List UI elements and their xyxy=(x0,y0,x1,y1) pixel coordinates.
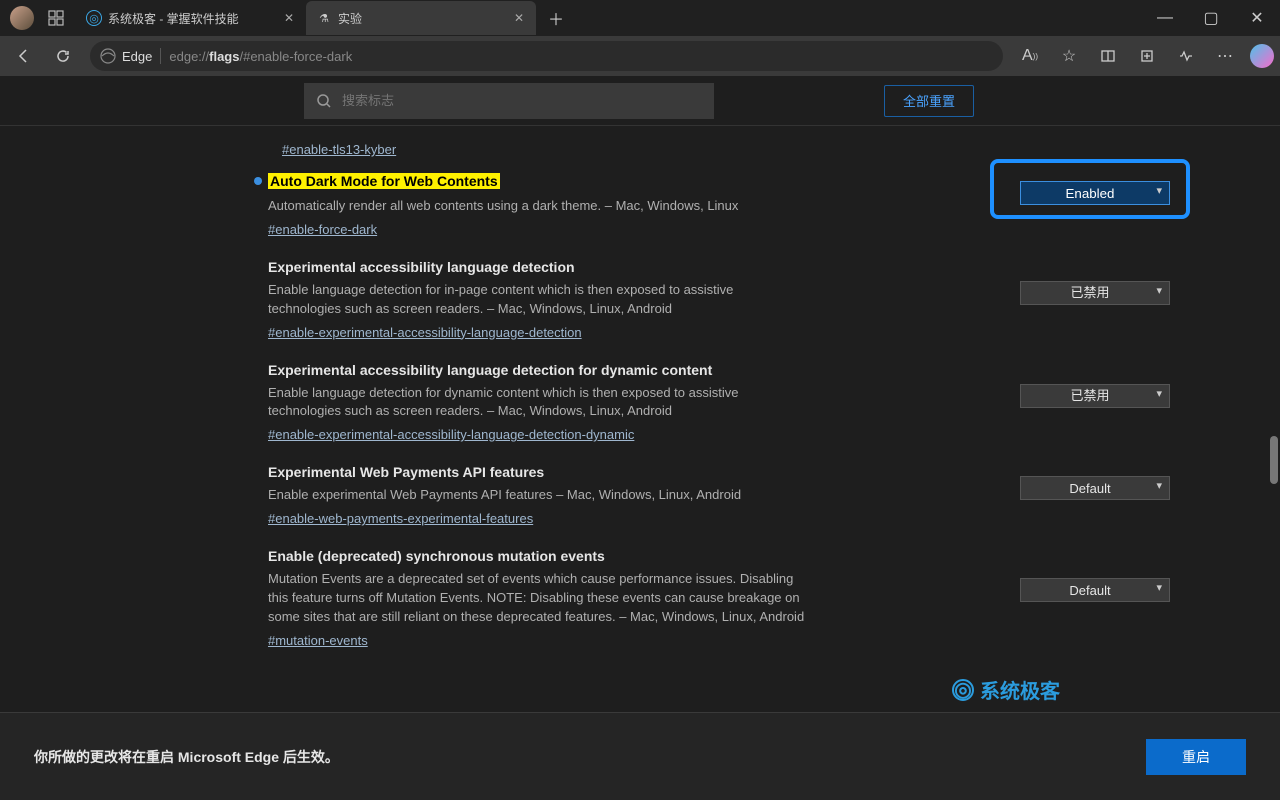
flag-select[interactable]: 已禁用 xyxy=(1020,281,1170,305)
flag-hash-link[interactable]: #enable-force-dark xyxy=(268,222,377,237)
flag-title: Auto Dark Mode for Web Contents xyxy=(268,173,500,189)
reset-all-button[interactable]: 全部重置 xyxy=(884,85,974,117)
restart-button[interactable]: 重启 xyxy=(1146,739,1246,775)
close-window-button[interactable]: ✕ xyxy=(1234,0,1280,36)
favorite-button[interactable]: ☆ xyxy=(1051,40,1087,72)
flag-select[interactable]: Default xyxy=(1020,476,1170,500)
titlebar: ◎ 系统极客 - 掌握软件技能 ✕ ⚗ 实验 ✕ ＋ ― ▢ ✕ xyxy=(0,0,1280,36)
flag-item: Experimental accessibility language dete… xyxy=(268,348,990,451)
flag-title: Enable (deprecated) synchronous mutation… xyxy=(268,548,808,564)
performance-button[interactable] xyxy=(1168,40,1204,72)
minimize-button[interactable]: ― xyxy=(1142,0,1188,36)
search-box[interactable] xyxy=(304,83,714,119)
favicon-icon: ◎ xyxy=(86,10,102,26)
flag-item: Experimental accessibility language dete… xyxy=(268,245,990,348)
split-screen-button[interactable] xyxy=(1090,40,1126,72)
footer-message: 你所做的更改将在重启 Microsoft Edge 后生效。 xyxy=(34,747,339,767)
flag-description: Enable language detection for in-page co… xyxy=(268,281,808,319)
flags-list: #enable-tls13-kyber Auto Dark Mode for W… xyxy=(0,126,1280,800)
flag-item: Enable (deprecated) synchronous mutation… xyxy=(268,534,990,656)
read-aloud-button[interactable]: A)) xyxy=(1012,40,1048,72)
flag-hash-link[interactable]: #enable-experimental-accessibility-langu… xyxy=(268,325,582,340)
page-content: 全部重置 #enable-tls13-kyber Auto Dark Mode … xyxy=(0,76,1280,800)
close-tab-button[interactable]: ✕ xyxy=(510,11,528,25)
modified-indicator xyxy=(254,177,262,185)
flag-description: Mutation Events are a deprecated set of … xyxy=(268,570,808,627)
profile-avatar[interactable] xyxy=(10,6,34,30)
watermark-icon: ◎ xyxy=(952,679,974,701)
workspaces-icon[interactable] xyxy=(42,4,70,32)
tab-title: 系统极客 - 掌握软件技能 xyxy=(108,10,239,27)
new-tab-button[interactable]: ＋ xyxy=(542,4,570,32)
flag-hash-link[interactable]: #mutation-events xyxy=(268,633,368,648)
flag-description: Enable experimental Web Payments API fea… xyxy=(268,486,808,505)
scrollbar-thumb[interactable] xyxy=(1270,436,1278,484)
restart-footer: 你所做的更改将在重启 Microsoft Edge 后生效。 重启 xyxy=(0,712,1280,800)
search-icon xyxy=(316,93,332,109)
copilot-button[interactable] xyxy=(1250,44,1274,68)
flags-header: 全部重置 xyxy=(0,76,1280,126)
flag-description: Automatically render all web contents us… xyxy=(268,197,808,216)
edge-brand: Edge xyxy=(100,48,152,64)
flag-hash-link[interactable]: #enable-tls13-kyber xyxy=(282,142,396,157)
highlight-box xyxy=(990,159,1190,219)
flag-item: Auto Dark Mode for Web Contents Automati… xyxy=(268,159,990,245)
flag-hash-link[interactable]: #enable-web-payments-experimental-featur… xyxy=(268,511,533,526)
flag-description: Enable language detection for dynamic co… xyxy=(268,384,808,422)
flag-title: Experimental accessibility language dete… xyxy=(268,362,808,378)
flag-title: Experimental Web Payments API features xyxy=(268,464,808,480)
collections-button[interactable] xyxy=(1129,40,1165,72)
url-text: edge://flags/#enable-force-dark xyxy=(169,49,352,64)
toolbar: Edge edge://flags/#enable-force-dark A))… xyxy=(0,36,1280,76)
window-controls: ― ▢ ✕ xyxy=(1142,0,1280,36)
maximize-button[interactable]: ▢ xyxy=(1188,0,1234,36)
search-input[interactable] xyxy=(342,93,702,108)
close-tab-button[interactable]: ✕ xyxy=(280,11,298,25)
back-button[interactable] xyxy=(6,40,42,72)
tab-active[interactable]: ⚗ 实验 ✕ xyxy=(306,1,536,35)
flag-title: Experimental accessibility language dete… xyxy=(268,259,808,275)
flag-select[interactable]: 已禁用 xyxy=(1020,384,1170,408)
watermark: ◎ 系统极客 xyxy=(952,675,1060,704)
more-button[interactable]: ⋯ xyxy=(1207,40,1243,72)
flag-item: Experimental Web Payments API features E… xyxy=(268,450,990,534)
tab-title: 实验 xyxy=(338,10,362,27)
flag-select[interactable]: Default xyxy=(1020,578,1170,602)
refresh-button[interactable] xyxy=(45,40,81,72)
flask-icon: ⚗ xyxy=(316,10,332,26)
flag-hash-link[interactable]: #enable-experimental-accessibility-langu… xyxy=(268,427,634,442)
address-bar[interactable]: Edge edge://flags/#enable-force-dark xyxy=(90,41,1003,71)
tab-inactive[interactable]: ◎ 系统极客 - 掌握软件技能 ✕ xyxy=(76,1,306,35)
